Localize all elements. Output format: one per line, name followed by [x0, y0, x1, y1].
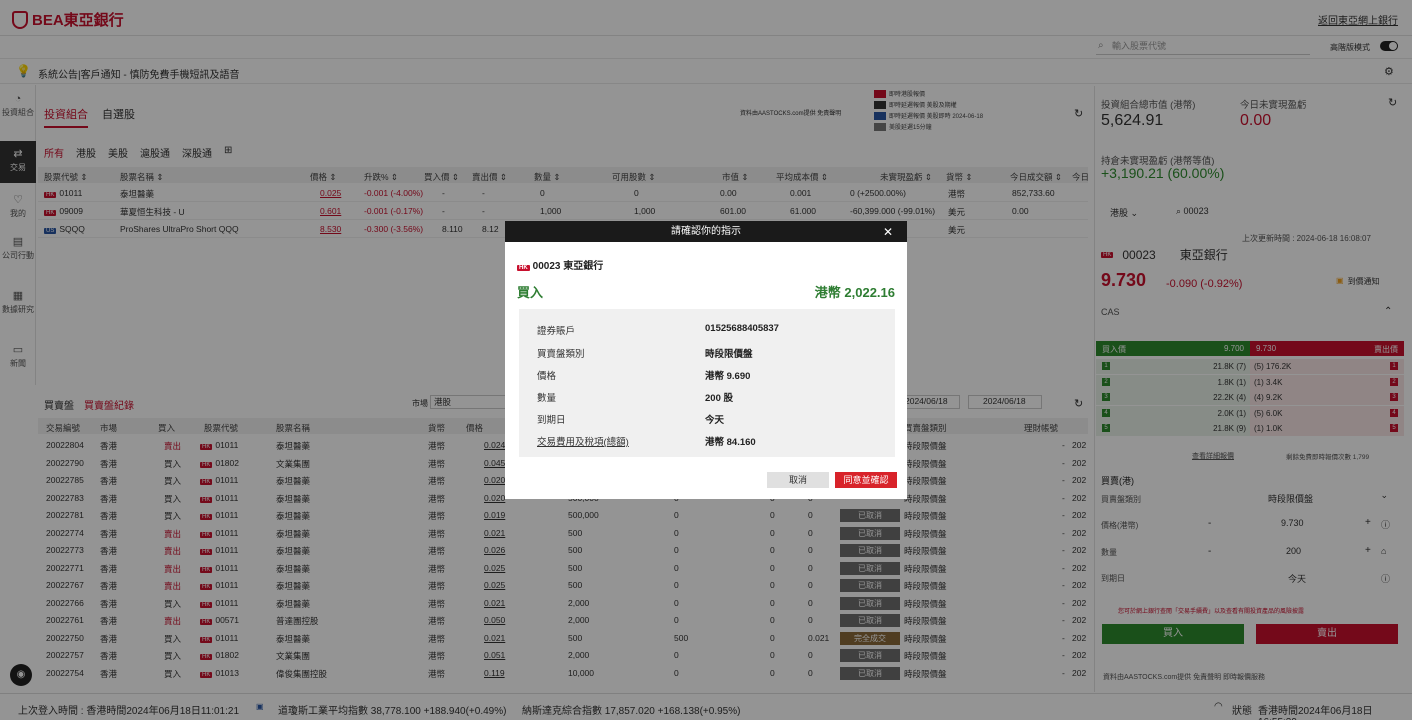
- hk-badge: HK: [517, 265, 530, 271]
- field-label: 數量: [537, 393, 557, 404]
- dialog-details: 證券賬戶 01525688405837 買賣盤類別 時段限價盤 價格 港幣 9.…: [519, 309, 895, 457]
- field-label: 價格: [537, 371, 557, 382]
- dialog-stock: HK 00023 東亞銀行: [517, 257, 603, 272]
- field-label: 到期日: [537, 415, 566, 426]
- dialog-stock-name: 00023 東亞銀行: [532, 261, 604, 272]
- close-icon[interactable]: ✕: [883, 225, 893, 239]
- field-value: 01525688405837: [705, 323, 779, 334]
- fees-link[interactable]: 交易費用及稅項(總額): [537, 434, 629, 448]
- field-label: 買賣盤類別: [537, 349, 585, 360]
- dialog-title: 請確認你的指示: [505, 221, 907, 242]
- confirm-button[interactable]: 同意並確認: [835, 472, 897, 488]
- field-value: 今天: [705, 415, 725, 426]
- field-value: 港幣 9.690: [705, 371, 751, 382]
- field-label: 證券賬戶: [537, 326, 576, 337]
- field-value: 港幣 84.160: [705, 437, 756, 448]
- dialog-action: 買入: [517, 285, 544, 300]
- cancel-button[interactable]: 取消: [767, 472, 829, 488]
- field-value: 200 股: [705, 393, 733, 404]
- confirm-order-dialog: 請確認你的指示 ✕ HK 00023 東亞銀行 買入 港幣 2,022.16 證券…: [505, 221, 907, 499]
- field-value: 時段限價盤: [705, 349, 753, 360]
- dialog-amount: 港幣 2,022.16: [814, 285, 895, 300]
